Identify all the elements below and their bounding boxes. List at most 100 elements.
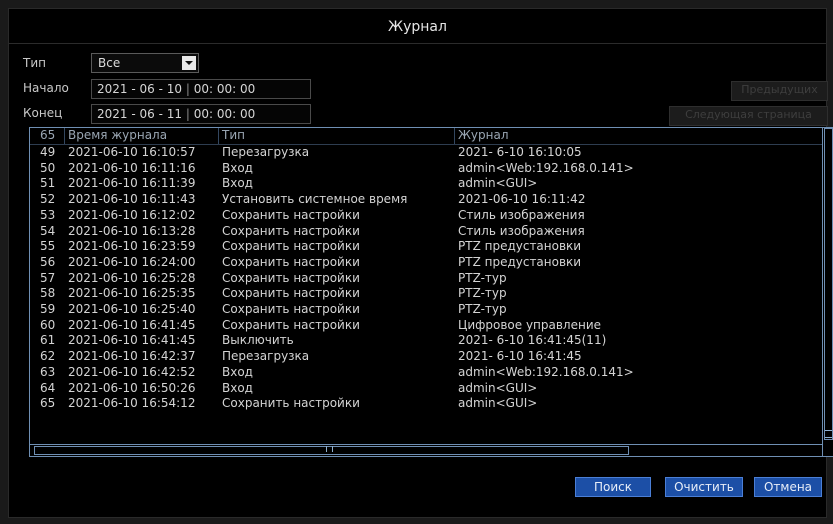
cell-num: 59 bbox=[40, 302, 56, 316]
cell-time: 2021-06-10 16:41:45 bbox=[68, 333, 196, 348]
cell-log: admin<GUI> bbox=[458, 380, 538, 395]
cell-num: 51 bbox=[40, 176, 56, 191]
cell-num: 53 bbox=[40, 207, 56, 222]
dialog-title: Журнал bbox=[388, 19, 447, 35]
cell-num: 64 bbox=[40, 380, 56, 395]
cell-time: 2021-06-10 16:24:00 bbox=[68, 254, 196, 269]
table-row[interactable]: 50 2021-06-10 16:11:16 Вход admin<Web:192.1… bbox=[30, 161, 833, 177]
cell-num: 57 bbox=[40, 270, 56, 285]
cell-log: PTZ-тур bbox=[458, 286, 507, 301]
cell-time: 2021-06-10 16:50:26 bbox=[68, 380, 196, 395]
clear-button[interactable]: Очистить bbox=[665, 477, 743, 497]
cell-type: Сохранить настройки bbox=[222, 223, 360, 238]
cell-num: 52 bbox=[40, 192, 56, 207]
cell-log: admin<GUI> bbox=[458, 176, 538, 191]
start-datetime-field[interactable]: 2021 - 06 - 10 | 00: 00: 00 bbox=[91, 79, 311, 99]
table-row[interactable]: 61 2021-06-10 16:41:45 Выключить 2021- 6-10… bbox=[30, 333, 833, 349]
end-datetime-separator: | bbox=[185, 107, 194, 121]
header-divider bbox=[454, 128, 455, 144]
column-header-time[interactable]: Время журнала bbox=[68, 128, 167, 142]
cell-type: Сохранить настройки bbox=[222, 239, 360, 254]
cell-type: Вход bbox=[222, 364, 253, 379]
cell-num: 60 bbox=[40, 317, 56, 332]
search-button[interactable]: Поиск bbox=[575, 477, 651, 497]
end-label: Конец bbox=[23, 106, 63, 120]
start-date-input[interactable]: 2021 - 06 - 10 bbox=[97, 82, 182, 96]
table-row[interactable]: 49 2021-06-10 16:10:57 Перезагрузка 2021- 6… bbox=[30, 145, 833, 161]
cell-time: 2021-06-10 16:11:43 bbox=[68, 192, 196, 207]
cell-type: Сохранить настройки bbox=[222, 270, 360, 285]
cell-type: Сохранить настройки bbox=[222, 317, 360, 332]
vertical-scrollbar[interactable] bbox=[822, 128, 833, 456]
cell-num: 49 bbox=[40, 145, 56, 159]
table-row[interactable]: 58 2021-06-10 16:25:35 Сохранить настройки… bbox=[30, 286, 833, 302]
cell-time: 2021-06-10 16:11:39 bbox=[68, 176, 196, 191]
cell-type: Вход bbox=[222, 176, 253, 191]
cell-time: 2021-06-10 16:25:35 bbox=[68, 286, 196, 301]
cell-type: Установить системное время bbox=[222, 192, 408, 207]
start-datetime-separator: | bbox=[185, 82, 194, 96]
cell-log: admin<Web:192.168.0.141> bbox=[458, 364, 634, 379]
table-row[interactable]: 54 2021-06-10 16:13:28 Сохранить настройки… bbox=[30, 224, 833, 240]
end-datetime-field[interactable]: 2021 - 06 - 11 | 00: 00: 00 bbox=[91, 104, 311, 124]
table-row[interactable]: 51 2021-06-10 16:11:39 Вход admin<GUI> bbox=[30, 176, 833, 192]
table-row[interactable]: 53 2021-06-10 16:12:02 Сохранить настройки… bbox=[30, 208, 833, 224]
cell-type: Сохранить настройки bbox=[222, 302, 360, 316]
cell-time: 2021-06-10 16:11:16 bbox=[68, 160, 196, 175]
type-select[interactable]: Все bbox=[91, 53, 199, 73]
end-time-input[interactable]: 00: 00: 00 bbox=[194, 107, 256, 121]
cell-type: Сохранить настройки bbox=[222, 286, 360, 301]
table-row[interactable]: 59 2021-06-10 16:25:40 Сохранить настройки… bbox=[30, 302, 833, 318]
column-header-log[interactable]: Журнал bbox=[458, 128, 509, 142]
cancel-button[interactable]: Отмена bbox=[754, 477, 822, 497]
cell-type: Сохранить настройки bbox=[222, 396, 360, 411]
table-row[interactable]: 62 2021-06-10 16:42:37 Перезагрузка 2021- 6… bbox=[30, 349, 833, 365]
column-header-type[interactable]: Тип bbox=[222, 128, 245, 142]
cell-type: Вход bbox=[222, 160, 253, 175]
cell-time: 2021-06-10 16:42:37 bbox=[68, 349, 196, 364]
cell-log: 2021- 6-10 16:41:45 bbox=[458, 349, 582, 364]
chevron-down-icon[interactable] bbox=[182, 56, 196, 70]
grip-icon bbox=[326, 446, 333, 452]
vertical-scroll-thumb[interactable] bbox=[824, 128, 833, 440]
cell-time: 2021-06-10 16:10:57 bbox=[68, 145, 196, 159]
table-row[interactable]: 63 2021-06-10 16:42:52 Вход admin<Web:192.1… bbox=[30, 365, 833, 381]
table-row[interactable]: 64 2021-06-10 16:50:26 Вход admin<GUI> bbox=[30, 381, 833, 397]
start-label: Начало bbox=[23, 81, 69, 95]
end-date-input[interactable]: 2021 - 06 - 11 bbox=[97, 107, 182, 121]
table-row[interactable]: 57 2021-06-10 16:25:28 Сохранить настройки… bbox=[30, 271, 833, 287]
cell-time: 2021-06-10 16:25:40 bbox=[68, 302, 196, 316]
start-time-input[interactable]: 00: 00: 00 bbox=[194, 82, 256, 96]
cell-log: admin<Web:192.168.0.141> bbox=[458, 160, 634, 175]
cell-num: 58 bbox=[40, 286, 56, 301]
cell-type: Перезагрузка bbox=[222, 145, 310, 159]
column-header-num: 65 bbox=[40, 128, 56, 142]
log-dialog: Журнал Тип Все Начало 2021 - 06 - 10 | 0… bbox=[8, 8, 833, 518]
cell-type: Перезагрузка bbox=[222, 349, 310, 364]
cell-num: 55 bbox=[40, 239, 56, 254]
cell-log: 2021- 6-10 16:41:45(11) bbox=[458, 333, 607, 348]
log-table: 65 Время журнала Тип Журнал 49 2021-06-10… bbox=[29, 127, 833, 457]
grip-icon bbox=[825, 430, 832, 438]
table-row[interactable]: 55 2021-06-10 16:23:59 Сохранить настройки… bbox=[30, 239, 833, 255]
table-row[interactable]: 65 2021-06-10 16:54:12 Сохранить настройки… bbox=[30, 396, 833, 412]
table-header: 65 Время журнала Тип Журнал bbox=[30, 128, 833, 145]
cell-time: 2021-06-10 16:42:52 bbox=[68, 364, 196, 379]
cell-num: 65 bbox=[40, 396, 56, 411]
cell-time: 2021-06-10 16:12:02 bbox=[68, 207, 196, 222]
horizontal-scrollbar[interactable] bbox=[30, 444, 822, 456]
cell-type: Выключить bbox=[222, 333, 294, 348]
cell-type: Сохранить настройки bbox=[222, 254, 360, 269]
cell-num: 56 bbox=[40, 254, 56, 269]
table-row[interactable]: 56 2021-06-10 16:24:00 Сохранить настройки… bbox=[30, 255, 833, 271]
prev-page-button[interactable]: Предыдущих bbox=[731, 81, 828, 101]
table-row[interactable]: 52 2021-06-10 16:11:43 Установить системно… bbox=[30, 192, 833, 208]
header-divider bbox=[64, 128, 65, 144]
cell-log: PTZ-тур bbox=[458, 270, 507, 285]
table-row[interactable]: 60 2021-06-10 16:41:45 Сохранить настройки… bbox=[30, 318, 833, 334]
next-page-button[interactable]: Следующая страница bbox=[669, 106, 828, 126]
cell-time: 2021-06-10 16:13:28 bbox=[68, 223, 196, 238]
cell-log: Цифровое управление bbox=[458, 317, 602, 332]
cell-num: 63 bbox=[40, 364, 56, 379]
cell-type: Вход bbox=[222, 380, 253, 395]
